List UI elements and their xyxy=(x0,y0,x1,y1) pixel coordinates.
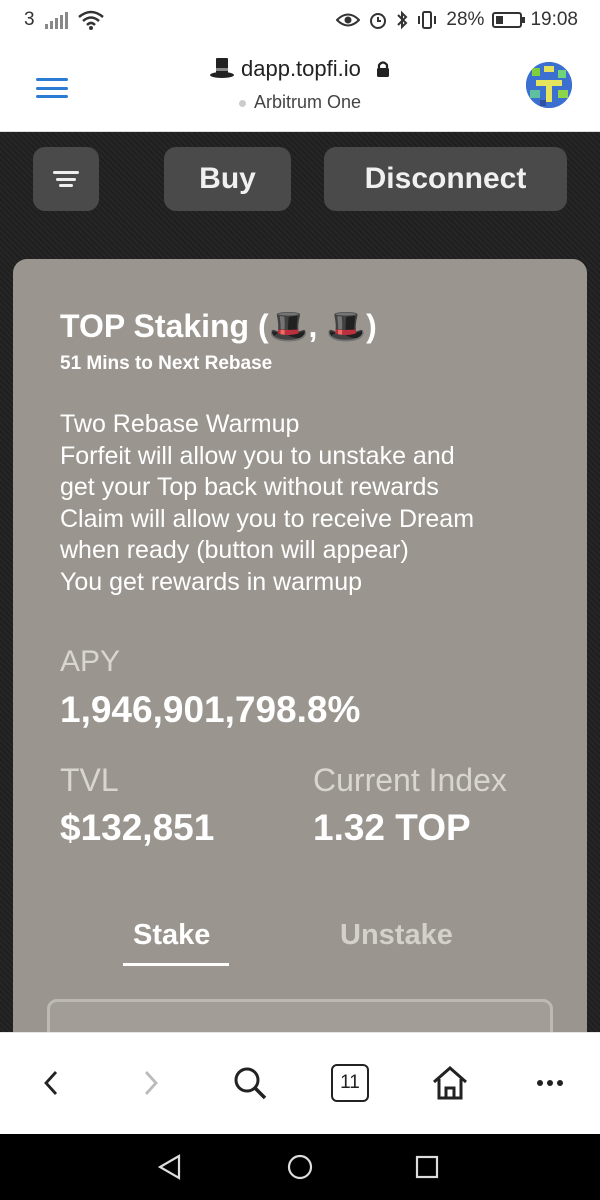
browser-url-bar: dapp.topfi.io Arbitrum One xyxy=(0,40,600,132)
tab-count: 11 xyxy=(331,1064,369,1102)
top-hat-icon xyxy=(210,58,234,78)
vibrate-icon xyxy=(418,11,437,29)
description-line: Two Rebase Warmup xyxy=(60,410,300,438)
status-bar: 3 28% 19:08 xyxy=(0,0,600,40)
battery-icon xyxy=(492,12,526,28)
browser-toolbar: 11 xyxy=(0,1032,600,1134)
clock: 19:08 xyxy=(530,9,578,30)
alarm-icon xyxy=(370,13,387,29)
tab-unstake[interactable]: Unstake xyxy=(340,919,453,952)
description-line: when ready (button will appear) xyxy=(60,536,409,564)
active-tab-indicator xyxy=(123,963,229,966)
signal-icon xyxy=(44,11,68,29)
forward-icon[interactable] xyxy=(136,1063,166,1103)
nav-home-icon[interactable] xyxy=(287,1154,313,1180)
apy-value: 1,946,901,798.8% xyxy=(60,689,361,730)
home-icon[interactable] xyxy=(430,1063,470,1103)
disconnect-button[interactable]: Disconnect xyxy=(324,147,567,211)
tvl-label: TVL xyxy=(60,762,119,798)
more-icon[interactable] xyxy=(530,1063,570,1103)
dapp-page: Buy Disconnect TOP Staking (🎩, 🎩) 51 Min… xyxy=(0,132,600,1032)
search-icon[interactable] xyxy=(230,1063,270,1103)
address-display[interactable]: dapp.topfi.io xyxy=(0,56,600,82)
network-status-dot xyxy=(238,99,246,107)
eye-icon xyxy=(336,13,361,27)
tabs-icon[interactable]: 11 xyxy=(330,1063,370,1103)
stake-amount-input[interactable] xyxy=(47,999,553,1032)
avatar[interactable] xyxy=(526,62,572,108)
menu-icon xyxy=(53,171,79,187)
battery-percent: 28% xyxy=(446,9,485,30)
staking-title: TOP Staking (🎩, 🎩) xyxy=(60,308,377,344)
current-index-value: 1.32 TOP xyxy=(313,807,471,848)
wifi-icon xyxy=(77,10,104,30)
sim-slot-label: 3 xyxy=(24,9,35,30)
staking-card: TOP Staking (🎩, 🎩) 51 Mins to Next Rebas… xyxy=(13,259,587,1032)
description-line: Claim will allow you to receive Dream xyxy=(60,504,475,533)
description-line: You get rewards in warmup xyxy=(60,567,363,596)
nav-back-icon[interactable] xyxy=(157,1154,183,1180)
bluetooth-icon xyxy=(397,10,408,30)
network-indicator: Arbitrum One xyxy=(0,92,600,113)
tvl-value: $132,851 xyxy=(60,807,215,848)
lock-icon xyxy=(377,61,389,77)
url-text: dapp.topfi.io xyxy=(241,56,361,81)
nav-recents-icon[interactable] xyxy=(414,1154,440,1180)
description-line: get your Top back without rewards xyxy=(60,473,439,501)
current-index-label: Current Index xyxy=(313,762,507,798)
description-line: Forfeit will allow you to unstake and xyxy=(60,441,455,470)
tab-stake[interactable]: Stake xyxy=(133,919,210,952)
network-name: Arbitrum One xyxy=(253,92,362,112)
back-icon[interactable] xyxy=(36,1063,66,1103)
system-nav-bar xyxy=(0,1134,600,1200)
menu-button[interactable] xyxy=(33,147,99,211)
buy-button[interactable]: Buy xyxy=(164,147,291,211)
apy-label: APY xyxy=(60,645,121,678)
rebase-countdown: 51 Mins to Next Rebase xyxy=(60,353,273,374)
staking-description: Two Rebase Warmup Forfeit will allow you… xyxy=(60,409,474,598)
